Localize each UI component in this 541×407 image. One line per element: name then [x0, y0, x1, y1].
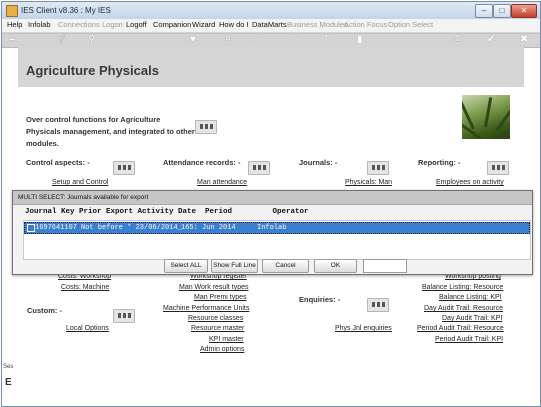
resource-classes-link[interactable]: Resource classes: [188, 315, 243, 322]
filter-input[interactable]: [363, 259, 407, 273]
machine-performance-units-link[interactable]: Machine Performance Units: [163, 305, 249, 312]
row-checkbox[interactable]: [27, 224, 35, 232]
balance-listing-kpi-link[interactable]: Balance Listing: KPI: [439, 294, 502, 301]
cell-journal-key: 1697641107: [35, 224, 78, 232]
multi-select-dialog: MULTI SELECT: Journals available for exp…: [12, 190, 533, 275]
setup-and-control-link[interactable]: Setup and Control: [52, 179, 108, 186]
palm-tree-image: [462, 95, 510, 139]
man-attendance-link[interactable]: Man attendance: [197, 179, 247, 186]
stop-icon[interactable]: ▮: [357, 34, 363, 46]
menu-connections[interactable]: Connections: [58, 20, 100, 29]
side-stub-glyph: E: [5, 377, 12, 388]
menu-wizard[interactable]: Wizard: [192, 20, 215, 29]
side-stub-label: Ses: [3, 364, 14, 370]
reporting-label: Reporting: -: [418, 158, 461, 167]
kpi-master-link[interactable]: KPI master: [209, 336, 244, 343]
admin-options-link[interactable]: Admin options: [200, 346, 244, 353]
close-button[interactable]: ✕: [511, 4, 537, 18]
enquiries-icon[interactable]: [367, 298, 389, 312]
dialog-title-bar: MULTI SELECT: Journals available for exp…: [13, 191, 532, 205]
menu-datamarts[interactable]: DataMarts: [252, 20, 287, 29]
column-headers: Journal Key Prior Export Activity Date P…: [25, 208, 309, 216]
balance-listing-resource-link[interactable]: Balance Listing: Resource: [422, 284, 503, 291]
man-work-result-types-link[interactable]: Man Work result types: [179, 284, 249, 291]
cross-icon[interactable]: †: [324, 34, 330, 46]
help-icon[interactable]: ❔: [55, 34, 67, 46]
back-key-icon[interactable]: ⎯○: [10, 34, 21, 46]
enquiries-label: Enquiries: -: [299, 295, 341, 304]
menu-business-modules[interactable]: Business Modules: [287, 20, 348, 29]
cancel-button[interactable]: Cancel: [262, 259, 309, 273]
day-audit-trail-kpi-link[interactable]: Day Audit Trail: KPI: [442, 315, 502, 322]
page-header: Agriculture Physicals: [18, 47, 524, 87]
menu-action-focus[interactable]: Action Focus: [344, 20, 387, 29]
period-audit-trail-resource-link[interactable]: Period Audit Trail: Resource: [417, 325, 504, 332]
menu-logoff[interactable]: Logoff: [126, 20, 147, 29]
menu-bar: Help Infolab Connections Logon Logoff Co…: [2, 19, 540, 33]
journals-icon[interactable]: [367, 161, 389, 175]
cell-prior-export: Not before * 23/06/2014_: [81, 224, 182, 232]
journal-list[interactable]: 1697641107 Not before * 23/06/2014_ 165:…: [23, 220, 531, 260]
minimize-button[interactable]: –: [475, 4, 493, 18]
resource-master-link[interactable]: Resource master: [191, 325, 244, 332]
attendance-records-label: Attendance records: -: [163, 158, 241, 167]
print-icon[interactable]: ⎙: [454, 34, 462, 46]
module-action-icon[interactable]: [195, 120, 217, 134]
menu-help[interactable]: Help: [7, 20, 22, 29]
cell-period: 165: Jun 2014: [181, 224, 236, 232]
reporting-icon[interactable]: [487, 161, 509, 175]
day-audit-trail-resource-link[interactable]: Day Audit Trail: Resource: [424, 305, 503, 312]
control-aspects-label: Control aspects: -: [26, 158, 90, 167]
page-intro: Over control functions for Agriculture P…: [26, 115, 195, 148]
select-all-button[interactable]: Select ALL: [164, 259, 208, 273]
dialog-title: MULTI SELECT: Journals available for exp…: [18, 194, 149, 201]
control-aspects-icon[interactable]: [113, 161, 135, 175]
search-icon[interactable]: ⚲: [88, 34, 95, 46]
show-full-line-button[interactable]: Show Full Line: [211, 259, 258, 273]
table-row[interactable]: 1697641107 Not before * 23/06/2014_ 165:…: [24, 222, 530, 234]
custom-icon[interactable]: [113, 309, 135, 323]
rewind-icon[interactable]: «: [255, 34, 261, 46]
heart-icon[interactable]: ♥: [190, 34, 196, 46]
journals-label: Journals: -: [299, 158, 338, 167]
menu-infolab[interactable]: Infolab: [28, 20, 51, 29]
cell-operator: Infolab: [257, 224, 287, 232]
fast-forward-icon[interactable]: »: [292, 34, 298, 46]
clock-icon[interactable]: ◷: [222, 34, 231, 46]
menu-logon[interactable]: Logon: [102, 20, 123, 29]
title-bar: IES Client v8.36 : My IES – □ ✕: [2, 2, 540, 20]
menu-companion[interactable]: Companion: [153, 20, 191, 29]
man-premi-types-link[interactable]: Man Premi types: [194, 294, 247, 301]
employees-on-activity-link[interactable]: Employees on activity: [436, 179, 504, 186]
local-options-link[interactable]: Local Options: [66, 325, 109, 332]
ok-button[interactable]: OK: [314, 259, 357, 273]
window-title: IES Client v8.36 : My IES: [21, 6, 111, 15]
period-audit-trail-kpi-link[interactable]: Period Audit Trail: KPI: [435, 336, 503, 343]
menu-option-select[interactable]: Option Select: [388, 20, 433, 29]
close-icon[interactable]: ✖: [520, 34, 528, 46]
maximize-button[interactable]: □: [493, 4, 511, 18]
toolbar: ⎯○ ❔ ⚲ ♥ ◷ « » † ▮ ⎙ ✔ ✖: [2, 33, 540, 48]
menu-how-do-i[interactable]: How do I: [219, 20, 249, 29]
page-title: Agriculture Physicals: [26, 63, 159, 78]
ok-icon[interactable]: ✔: [487, 34, 495, 46]
phys-jnl-enquiries-link[interactable]: Phys Jnl enquiries: [335, 325, 392, 332]
custom-label: Custom: -: [27, 306, 62, 315]
physicals-man-link[interactable]: Physicals: Man: [345, 179, 392, 186]
app-icon: [6, 5, 18, 17]
costs-machine-link[interactable]: Costs: Machine: [61, 284, 109, 291]
attendance-records-icon[interactable]: [248, 161, 270, 175]
